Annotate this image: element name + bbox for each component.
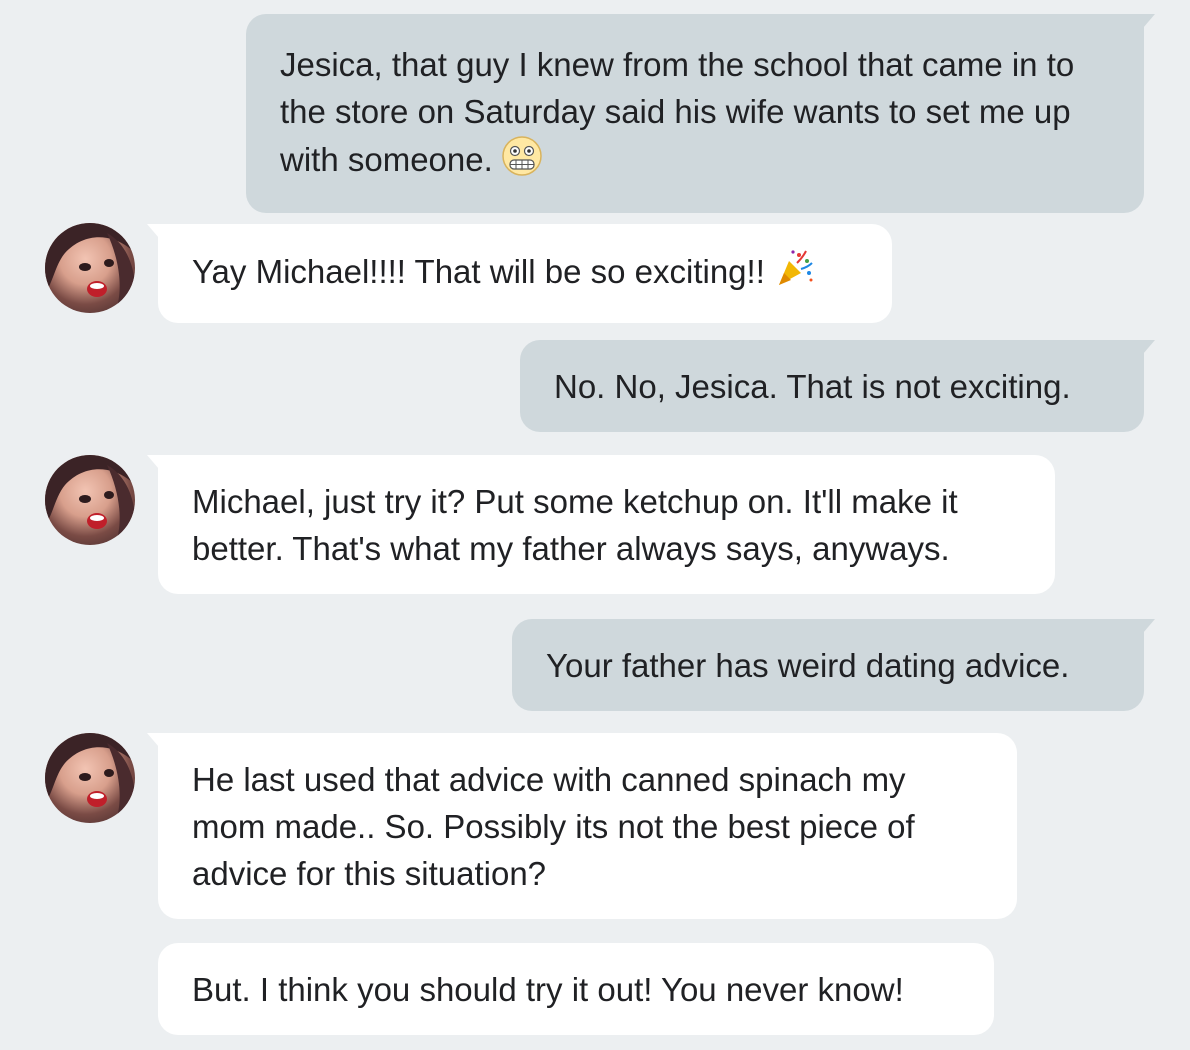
incoming-message-bubble[interactable]: Yay Michael!!!! That will be so exciting… [147, 224, 892, 323]
grimacing-face-icon [501, 135, 543, 189]
message-text: He last used that advice with canned spi… [192, 761, 915, 892]
bubble-tail [1143, 619, 1155, 633]
bubble-tail [1143, 340, 1155, 354]
bubble-tail [147, 455, 159, 469]
message-text: No. No, Jesica. That is not exciting. [554, 368, 1071, 405]
bubble-tail [1143, 14, 1155, 28]
party-popper-icon [773, 247, 815, 301]
outgoing-message-bubble[interactable]: Your father has weird dating advice. [512, 619, 1155, 711]
message-text: But. I think you should try it out! You … [192, 971, 904, 1008]
message-text: Michael, just try it? Put some ketchup o… [192, 483, 958, 567]
message-text: Your father has weird dating advice. [546, 647, 1070, 684]
bubble-tail [147, 733, 159, 747]
incoming-message-bubble[interactable]: Michael, just try it? Put some ketchup o… [147, 455, 1055, 594]
incoming-message-bubble[interactable]: But. I think you should try it out! You … [158, 943, 994, 1035]
outgoing-message-bubble[interactable]: Jesica, that guy I knew from the school … [246, 14, 1155, 213]
contact-avatar[interactable] [45, 733, 135, 823]
contact-avatar[interactable] [45, 455, 135, 545]
message-text: Jesica, that guy I knew from the school … [280, 46, 1075, 178]
message-text: Yay Michael!!!! That will be so exciting… [192, 253, 765, 290]
contact-avatar[interactable] [45, 223, 135, 313]
message-thread: Jesica, that guy I knew from the school … [0, 0, 1190, 1050]
bubble-tail [147, 224, 159, 238]
outgoing-message-bubble[interactable]: No. No, Jesica. That is not exciting. [520, 340, 1155, 432]
incoming-message-bubble[interactable]: He last used that advice with canned spi… [147, 733, 1017, 919]
